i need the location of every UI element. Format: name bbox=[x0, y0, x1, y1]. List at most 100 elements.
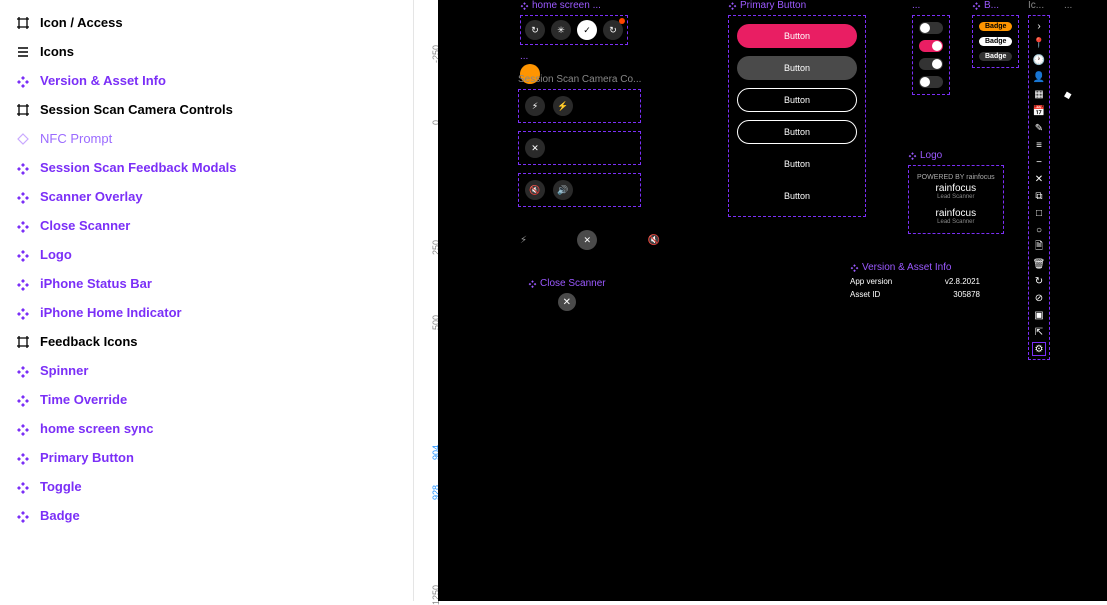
frame-spinner[interactable]: ... bbox=[1064, 0, 1072, 11]
layer-label: Icon / Access bbox=[40, 15, 123, 30]
layer-feedback-icons[interactable]: Feedback Icons bbox=[0, 327, 413, 356]
sync-button-badge[interactable]: ↻ bbox=[603, 20, 623, 40]
square-icon: □ bbox=[1033, 207, 1045, 219]
camera-control-row-3[interactable]: 🔇 🔊 bbox=[518, 173, 641, 207]
layer-session-scan-camera-controls[interactable]: Session Scan Camera Controls bbox=[0, 95, 413, 124]
badge-gray: Badge bbox=[979, 52, 1012, 61]
button-primary[interactable]: Button bbox=[737, 24, 857, 48]
camera-control-row-2[interactable]: ✕ bbox=[518, 131, 641, 165]
frame-icon bbox=[16, 103, 30, 117]
layer-label: Badge bbox=[40, 508, 80, 523]
toggle-off-right[interactable] bbox=[919, 58, 943, 70]
frame-primary-button[interactable]: Primary Button Button Button Button Butt… bbox=[728, 0, 866, 217]
layer-nfc-prompt[interactable]: NFC Prompt bbox=[0, 124, 413, 153]
layer-iphone-home-indicator[interactable]: iPhone Home Indicator bbox=[0, 298, 413, 327]
document-icon: 🗎 bbox=[1033, 241, 1045, 253]
frame-close-scanner[interactable]: Close Scanner ✕ bbox=[528, 278, 606, 311]
layer-label: Time Override bbox=[40, 392, 127, 407]
scanner-overlay-row[interactable]: ⚡︎ ✕ 🔇 bbox=[520, 210, 660, 250]
design-canvas[interactable]: home screen ... ↻ ✳ ✓ ↻ ... Session Scan… bbox=[438, 0, 1107, 601]
layer-badge[interactable]: Badge bbox=[0, 501, 413, 530]
close-icon[interactable]: ✕ bbox=[525, 138, 545, 158]
grid-icon: ▦ bbox=[1033, 88, 1045, 100]
cancel-icon: ⊘ bbox=[1033, 292, 1045, 304]
button-text-2[interactable]: Button bbox=[737, 184, 857, 208]
sync-button-loading[interactable]: ✳ bbox=[551, 20, 571, 40]
frame-home-screen-sync[interactable]: home screen ... ↻ ✳ ✓ ↻ ... bbox=[520, 0, 628, 84]
component-icon bbox=[16, 364, 30, 378]
volume-off-icon[interactable]: 🔇 bbox=[525, 180, 545, 200]
layer-time-override[interactable]: Time Override bbox=[0, 385, 413, 414]
version-key: App version bbox=[850, 277, 892, 286]
toggle-on[interactable] bbox=[919, 40, 943, 52]
close-icon: ✕ bbox=[1033, 173, 1045, 185]
layer-label: Version & Asset Info bbox=[40, 73, 166, 88]
button-secondary[interactable]: Button bbox=[737, 56, 857, 80]
logo-brand: rainfocus bbox=[917, 208, 995, 219]
flash-off-icon[interactable]: ⚡︎ bbox=[525, 96, 545, 116]
layer-scanner-overlay[interactable]: Scanner Overlay bbox=[0, 182, 413, 211]
frame-title: Version & Asset Info bbox=[862, 262, 952, 273]
layer-session-scan-feedback-modals[interactable]: Session Scan Feedback Modals bbox=[0, 153, 413, 182]
component-icon bbox=[16, 422, 30, 436]
badge-variants[interactable]: Badge Badge Badge bbox=[972, 15, 1019, 68]
camera-control-row-1[interactable]: ⚡︎ ⚡ bbox=[518, 89, 641, 123]
layer-toggle[interactable]: Toggle bbox=[0, 472, 413, 501]
icon-grid[interactable]: › 📍 🕐 👤 ▦ 📅 ✎ ≡ − ✕ ⧉ □ ○ 🗎 🗑 ↻ ⊘ ▣ ⇱ ⚙ bbox=[1028, 15, 1050, 360]
frame-badge[interactable]: B... Badge Badge Badge bbox=[972, 0, 1019, 68]
frame-logo[interactable]: Logo POWERED BY rainfocus rainfocus Lead… bbox=[908, 150, 1004, 234]
frame-session-scan-camera-controls[interactable]: Session Scan Camera Co... ⚡︎ ⚡ ✕ 🔇 🔊 bbox=[518, 74, 641, 207]
layer-spinner[interactable]: Spinner bbox=[0, 356, 413, 385]
clock-icon: 🕐 bbox=[1033, 54, 1045, 66]
component-icon bbox=[16, 451, 30, 465]
frame-icons[interactable]: Ic... › 📍 🕐 👤 ▦ 📅 ✎ ≡ − ✕ ⧉ □ ○ 🗎 🗑 ↻ ⊘ … bbox=[1028, 0, 1050, 360]
toggle-off[interactable] bbox=[919, 22, 943, 34]
button-outline-2[interactable]: Button bbox=[737, 120, 857, 144]
logo-powered-by: POWERED BY rainfocus bbox=[917, 174, 995, 181]
circle-icon: ○ bbox=[1033, 224, 1045, 236]
layer-icon-access[interactable]: Icon / Access bbox=[0, 8, 413, 37]
frame-title: Primary Button bbox=[740, 0, 806, 11]
frame-label: ... bbox=[912, 0, 950, 11]
primary-button-variants[interactable]: Button Button Button Button Button Butto… bbox=[728, 15, 866, 217]
layer-close-scanner[interactable]: Close Scanner bbox=[0, 211, 413, 240]
layer-logo[interactable]: Logo bbox=[0, 240, 413, 269]
component-icon bbox=[528, 279, 537, 288]
volume-on-icon[interactable]: 🔊 bbox=[553, 180, 573, 200]
layer-iphone-status-bar[interactable]: iPhone Status Bar bbox=[0, 269, 413, 298]
frame-label: Session Scan Camera Co... bbox=[518, 74, 641, 85]
layer-label: Spinner bbox=[40, 363, 88, 378]
layer-icons[interactable]: Icons bbox=[0, 37, 413, 66]
layer-home-screen-sync[interactable]: home screen sync bbox=[0, 414, 413, 443]
component-icon bbox=[850, 263, 859, 272]
flash-on-icon[interactable]: ⚡ bbox=[553, 96, 573, 116]
badge-orange: Badge bbox=[979, 22, 1012, 31]
frame-label: Logo bbox=[908, 150, 1004, 161]
frame-version-asset-info[interactable]: Version & Asset Info App version v2.8.20… bbox=[850, 262, 980, 299]
layer-label: iPhone Home Indicator bbox=[40, 305, 182, 320]
diamond-outline-icon bbox=[16, 132, 30, 146]
asset-row: Asset ID 305878 bbox=[850, 290, 980, 299]
frame-title: B... bbox=[984, 0, 999, 11]
close-icon[interactable]: ✕ bbox=[577, 230, 597, 250]
toggle-disabled[interactable] bbox=[919, 76, 943, 88]
layers-panel[interactable]: Icon / Access Icons Version & Asset Info… bbox=[0, 0, 414, 601]
component-icon bbox=[16, 219, 30, 233]
sync-button-default[interactable]: ↻ bbox=[525, 20, 545, 40]
frame-icon bbox=[16, 16, 30, 30]
button-outline[interactable]: Button bbox=[737, 88, 857, 112]
pin-icon: 📍 bbox=[1033, 37, 1045, 49]
layer-label: Scanner Overlay bbox=[40, 189, 143, 204]
button-text[interactable]: Button bbox=[737, 152, 857, 176]
frame-toggle[interactable]: ... bbox=[912, 0, 950, 95]
layer-version-asset-info[interactable]: Version & Asset Info bbox=[0, 66, 413, 95]
asset-key: Asset ID bbox=[850, 290, 880, 299]
gear-icon: ⚙ bbox=[1033, 343, 1045, 355]
close-scanner-button[interactable]: ✕ bbox=[558, 293, 576, 311]
toggle-variants[interactable] bbox=[912, 15, 950, 95]
layer-primary-button[interactable]: Primary Button bbox=[0, 443, 413, 472]
sync-button-done[interactable]: ✓ bbox=[577, 20, 597, 40]
home-screen-variants[interactable]: ↻ ✳ ✓ ↻ bbox=[520, 15, 628, 45]
layer-label: Session Scan Feedback Modals bbox=[40, 160, 237, 175]
layer-label: Primary Button bbox=[40, 450, 134, 465]
